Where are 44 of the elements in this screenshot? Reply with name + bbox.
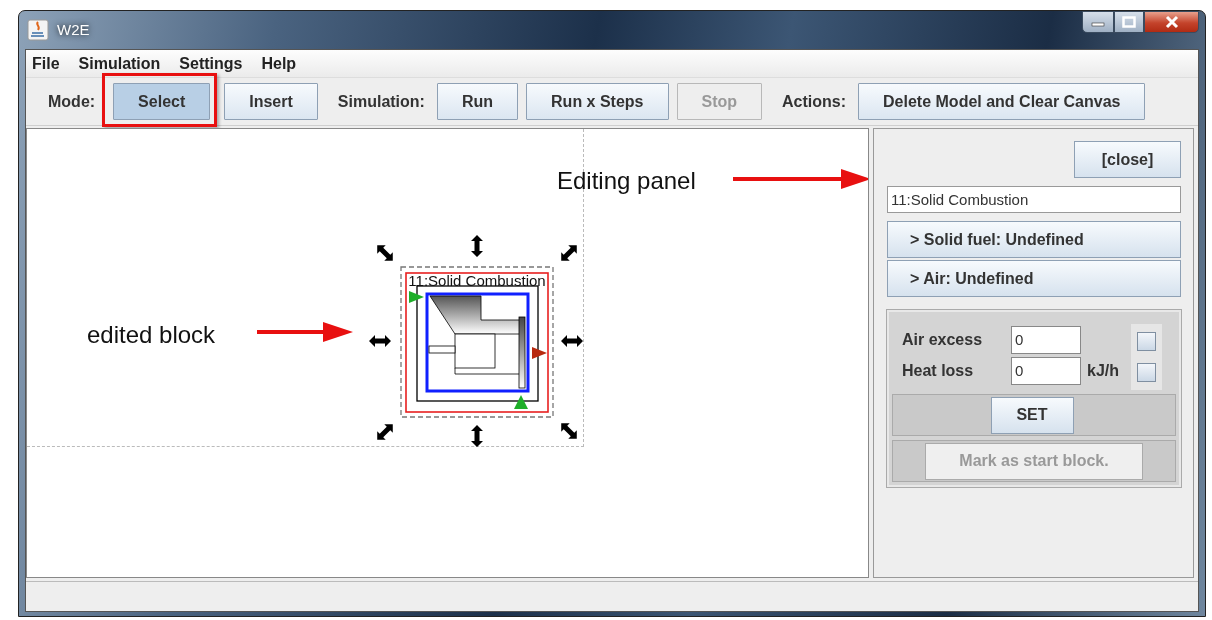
block-label: 11:Solid Combustion: [408, 272, 546, 289]
checkbox[interactable]: [1137, 332, 1156, 351]
close-button[interactable]: [1144, 11, 1199, 33]
resize-handle-icon[interactable]: [471, 425, 483, 447]
section-button[interactable]: > Air: Undefined: [887, 260, 1181, 297]
name-field[interactable]: 11:Solid Combustion: [887, 186, 1181, 213]
field-label: Air excess: [901, 329, 984, 350]
section-button[interactable]: > Solid fuel: Undefined: [887, 221, 1181, 258]
annotation-text: Editing panel: [557, 166, 696, 196]
toolbar-label: Simulation:: [337, 91, 425, 112]
resize-handle-icon[interactable]: [561, 335, 583, 347]
maximize-button[interactable]: [1114, 11, 1144, 33]
set-button[interactable]: SET: [990, 396, 1074, 434]
toolbar-label: Mode:: [48, 91, 96, 112]
window-title: W2E: [57, 19, 90, 40]
value-field[interactable]: 0: [1011, 325, 1081, 354]
menu-item[interactable]: File: [32, 51, 60, 76]
annotation-text: edited block: [87, 320, 216, 350]
resize-handle-icon[interactable]: [561, 423, 577, 439]
close-icon: [1163, 15, 1180, 29]
close-button[interactable]: [close]: [1074, 141, 1181, 178]
toolbar-button[interactable]: Select: [113, 83, 211, 120]
menu-item[interactable]: Settings: [179, 51, 243, 76]
value-field[interactable]: 0: [1011, 356, 1081, 385]
toolbar-button[interactable]: Insert: [224, 83, 318, 120]
unit-label: kJ/h: [1087, 360, 1120, 381]
resize-handle-icon[interactable]: [377, 424, 393, 440]
app-icon: [27, 19, 49, 41]
resize-handle-icon[interactable]: [561, 245, 577, 261]
canvas[interactable]: 11:Solid Combustion Editing panel edited block: [26, 128, 869, 578]
checkbox[interactable]: [1137, 363, 1156, 382]
menu-item[interactable]: Simulation: [78, 51, 161, 76]
maximize-icon: [1122, 16, 1136, 28]
toolbar-button[interactable]: Delete Model and Clear Canvas: [858, 83, 1146, 120]
minimize-button[interactable]: [1082, 11, 1114, 33]
field-label: Heat loss: [901, 360, 975, 381]
toolbar-label: Actions:: [782, 91, 847, 112]
resize-handle-icon[interactable]: [377, 245, 393, 261]
resize-handle-icon[interactable]: [471, 235, 483, 257]
toolbar-button[interactable]: Run x Steps: [526, 83, 669, 120]
resize-handle-icon[interactable]: [369, 335, 391, 347]
menu-item[interactable]: Help: [261, 51, 297, 76]
combustor-drawing[interactable]: [409, 285, 547, 409]
toolbar-button[interactable]: Run: [436, 83, 519, 120]
